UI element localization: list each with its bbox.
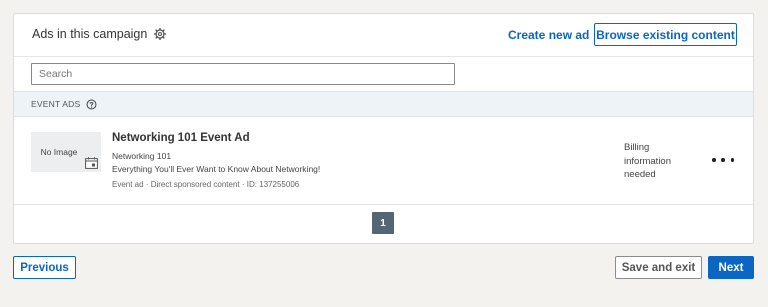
ad-title[interactable]: Networking 101 Event Ad — [112, 132, 250, 144]
browse-existing-content-button[interactable]: Browse existing content — [594, 23, 737, 46]
ad-meta: Event ad · Direct sponsored content · ID… — [112, 180, 300, 189]
thumbnail-text: No Image — [40, 147, 78, 157]
help-icon[interactable] — [86, 99, 97, 110]
save-and-exit-button[interactable]: Save and exit — [615, 256, 702, 279]
page-button-current[interactable]: 1 — [372, 212, 394, 234]
calendar-icon — [85, 157, 98, 169]
more-dot — [721, 158, 725, 162]
search-bar — [14, 56, 753, 91]
section-header-event-ads: EVENT ADS — [14, 91, 753, 117]
ad-description: Everything You'll Ever Want to Know Abou… — [112, 164, 321, 174]
card-header: Ads in this campaign Create new ad Brows… — [14, 14, 753, 56]
section-label: EVENT ADS — [31, 99, 81, 109]
gear-icon[interactable] — [154, 28, 167, 40]
pagination: 1 — [14, 205, 753, 245]
next-button[interactable]: Next — [708, 256, 754, 279]
card-title: Ads in this campaign — [32, 27, 167, 41]
previous-button[interactable]: Previous — [13, 256, 76, 279]
search-input[interactable] — [31, 63, 455, 85]
more-dot — [730, 158, 734, 162]
ad-list-item[interactable]: No Image Networking 101 Event Ad Network… — [14, 117, 753, 205]
more-icon[interactable] — [712, 154, 734, 166]
ad-subtitle: Networking 101 — [112, 151, 172, 161]
create-new-ad-link[interactable]: Create new ad — [508, 28, 589, 42]
more-dot — [712, 158, 716, 162]
ad-status: Billing information needed — [624, 142, 671, 180]
campaign-ads-card: Ads in this campaign Create new ad Brows… — [13, 13, 754, 244]
ad-thumbnail: No Image — [31, 132, 101, 172]
card-title-text: Ads in this campaign — [32, 27, 148, 41]
